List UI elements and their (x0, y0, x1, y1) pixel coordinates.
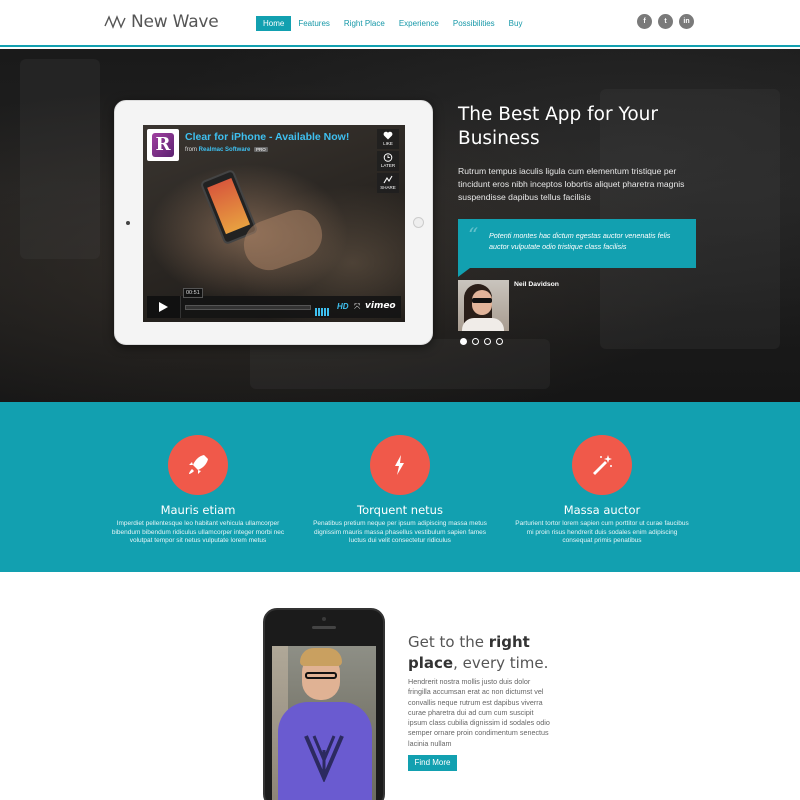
nav-right-place[interactable]: Right Place (337, 16, 392, 31)
wave-icon (104, 15, 126, 29)
slider-dot[interactable] (496, 338, 503, 345)
slider-dot[interactable] (484, 338, 491, 345)
play-icon (159, 302, 168, 312)
find-more-button[interactable]: Find More (408, 755, 457, 771)
pro-badge: PRO (254, 147, 268, 152)
video-author-avatar[interactable]: R (147, 129, 179, 161)
feature-card: Massa auctor Parturient tortor lorem sap… (507, 435, 697, 546)
testimonial-box: “ Potenti montes hac dictum egestas auct… (458, 219, 696, 268)
slider-dot[interactable] (460, 338, 467, 345)
phone-mockup (263, 608, 385, 800)
clock-icon (383, 153, 393, 162)
tablet-mockup: R Clear for iPhone - Available Now! from… (114, 100, 433, 345)
testimonial-text: Potenti montes hac dictum egestas auctor… (489, 231, 671, 251)
nav-possibilities[interactable]: Possibilities (446, 16, 502, 31)
section-title: Get to the right place, every time. (408, 633, 549, 672)
video-side-actions: LIKE LATER SHARE (377, 129, 399, 195)
rocket-icon (168, 435, 228, 495)
hero-section: R Clear for iPhone - Available Now! from… (0, 49, 800, 402)
facebook-icon[interactable]: f (637, 14, 652, 29)
site-header: New Wave Home Features Right Place Exper… (0, 0, 800, 47)
share-button[interactable]: SHARE (377, 173, 399, 193)
main-nav: Home Features Right Place Experience Pos… (256, 16, 529, 31)
brand-logo[interactable]: New Wave (104, 12, 219, 32)
tablet-home-button (413, 217, 424, 228)
feature-card: Torquent netus Penatibus pretium neque p… (305, 435, 495, 546)
slider-dot[interactable] (472, 338, 479, 345)
nav-home[interactable]: Home (256, 16, 292, 31)
testimonial-author-photo (458, 280, 509, 331)
section-text: Hendrerit nostra mollis justo duis dolor… (408, 677, 550, 748)
nav-experience[interactable]: Experience (392, 16, 446, 31)
share-icon (383, 175, 393, 184)
feature-title: Torquent netus (357, 503, 443, 517)
feature-text: Parturient tortor lorem sapien cum portt… (515, 520, 689, 544)
fullscreen-icon[interactable]: ⤧ (354, 302, 360, 312)
phone-speaker (312, 626, 336, 629)
brand-name: New Wave (131, 12, 219, 32)
slider-pagination (460, 338, 503, 345)
feature-title: Massa auctor (563, 503, 641, 517)
lightning-icon (370, 435, 430, 495)
social-links: f t in (637, 14, 694, 29)
phone-screen-photo (272, 646, 376, 800)
nav-buy[interactable]: Buy (502, 16, 530, 31)
tablet-camera (126, 221, 130, 225)
testimonial-author-name: Neil Davidson (514, 281, 559, 288)
like-button[interactable]: LIKE (377, 129, 399, 149)
quote-icon: “ (468, 223, 479, 247)
heart-icon (383, 131, 393, 140)
video-from-prefix: from (185, 147, 197, 153)
feature-title: Mauris etiam (160, 503, 236, 517)
feature-text: Imperdiet pellentesque leo habitant vehi… (111, 520, 285, 544)
features-section: Mauris etiam Imperdiet pellentesque leo … (0, 402, 800, 572)
feature-text: Penatibus pretium neque per ipsum adipis… (313, 520, 487, 544)
hd-toggle[interactable]: HD (337, 302, 349, 311)
phone-camera (322, 617, 326, 621)
video-time: 00:51 (183, 288, 203, 298)
magic-wand-icon (572, 435, 632, 495)
twitter-icon[interactable]: t (658, 14, 673, 29)
play-button[interactable] (147, 296, 181, 318)
nav-features[interactable]: Features (291, 16, 337, 31)
feature-card: Mauris etiam Imperdiet pellentesque leo … (103, 435, 293, 546)
video-progress-bar[interactable] (185, 305, 311, 310)
video-author-link[interactable]: Realmac Software (199, 147, 251, 153)
video-byline: from Realmac Software PRO (185, 147, 268, 153)
video-header: R Clear for iPhone - Available Now! from… (147, 129, 377, 161)
right-place-section: Get to the right place, every time. Hendr… (0, 572, 800, 800)
vimeo-logo[interactable]: vimeo (365, 301, 396, 311)
video-controls: 00:51 HD ⤧ vimeo (147, 288, 401, 318)
linkedin-icon[interactable]: in (679, 14, 694, 29)
video-title[interactable]: Clear for iPhone - Available Now! (185, 131, 349, 143)
hero-title: The Best App for Your Business (458, 104, 658, 149)
hero-description: Rutrum tempus iaculis ligula cum element… (458, 166, 685, 202)
watch-later-button[interactable]: LATER (377, 151, 399, 171)
video-player[interactable]: R Clear for iPhone - Available Now! from… (143, 125, 405, 322)
testimonial-pointer (458, 268, 470, 277)
volume-control[interactable] (315, 303, 333, 316)
